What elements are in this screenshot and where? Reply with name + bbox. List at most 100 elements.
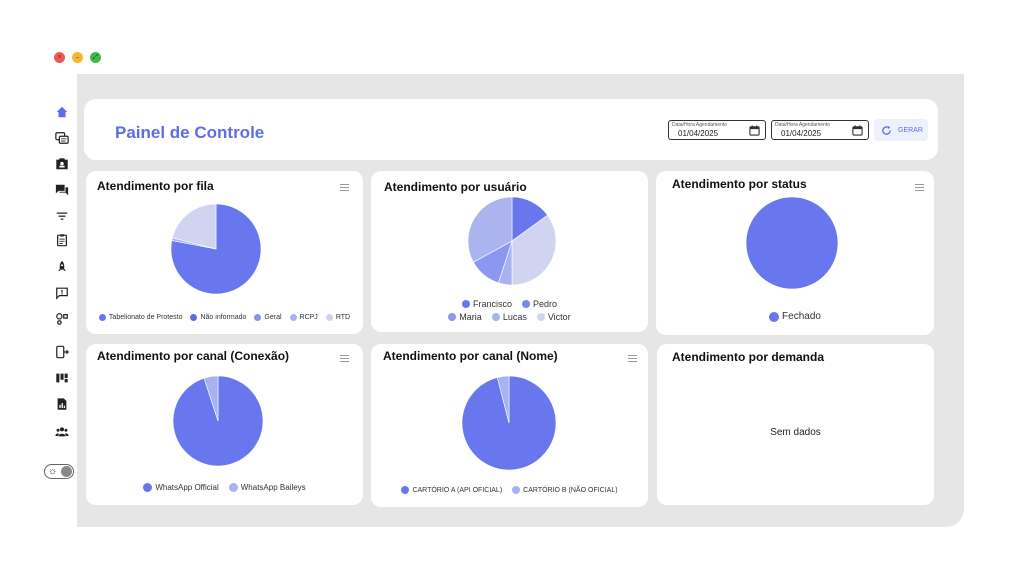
legend-swatch bbox=[491, 313, 500, 321]
clipboard-icon bbox=[57, 234, 67, 247]
pie-chart-status bbox=[745, 196, 839, 290]
pie-slice[interactable] bbox=[745, 196, 839, 290]
legend-label: Geral bbox=[264, 314, 282, 321]
menu-icon[interactable] bbox=[628, 355, 637, 362]
page-title: Painel de Controle bbox=[115, 123, 265, 142]
legend-label: Tabelionato de Protesto bbox=[108, 314, 183, 321]
legend-swatch bbox=[98, 314, 106, 321]
legend-label: Lucas bbox=[502, 312, 527, 322]
pie-chart-canal-nome bbox=[461, 375, 557, 471]
sidebar-item-connections[interactable] bbox=[52, 309, 72, 329]
date-start-label: Data/Hora Agendamento bbox=[672, 122, 728, 128]
card-fila-title: Atendimento por fila bbox=[97, 179, 214, 193]
generate-button[interactable]: GERAR bbox=[874, 119, 928, 141]
legend-usuario: Francisco Pedro Maria Lucas Victor bbox=[371, 299, 648, 322]
legend-swatch bbox=[401, 486, 410, 494]
legend-swatch bbox=[769, 311, 780, 322]
legend-swatch bbox=[190, 314, 198, 321]
legend-status: Fechado bbox=[656, 311, 934, 322]
legend-item[interactable]: Geral bbox=[254, 314, 282, 321]
users-icon bbox=[55, 427, 69, 437]
sidebar-item-home[interactable] bbox=[52, 102, 72, 122]
legend-label: WhatsApp Official bbox=[155, 483, 219, 492]
card-canal-nome: Atendimento por canal (Nome) CARTÓRIO A … bbox=[371, 344, 648, 507]
date-end-field[interactable]: Data/Hora Agendamento 01/04/2025 bbox=[771, 120, 869, 140]
empty-state: Sem dados bbox=[770, 427, 821, 438]
sidebar-item-messages[interactable] bbox=[52, 283, 72, 303]
legend-item[interactable]: RTD bbox=[325, 314, 351, 321]
legend-item[interactable]: Não informado bbox=[190, 314, 246, 321]
legend-item[interactable]: Pedro bbox=[521, 299, 557, 309]
legend-item[interactable]: CARTÓRIO A (API OFICIAL) bbox=[401, 486, 502, 494]
legend-label: Fechado bbox=[782, 311, 821, 322]
legend-swatch bbox=[228, 483, 238, 492]
date-end-value: 01/04/2025 bbox=[781, 129, 822, 138]
card-usuario-title: Atendimento por usuário bbox=[384, 180, 527, 194]
date-start-field[interactable]: Data/Hora Agendamento 01/04/2025 bbox=[668, 120, 766, 140]
legend-swatch bbox=[448, 313, 457, 321]
minimize-window-button[interactable]: – bbox=[72, 52, 83, 63]
card-canal-conexao-title: Atendimento por canal (Conexão) bbox=[97, 349, 290, 363]
sidebar-item-tickets[interactable] bbox=[52, 128, 72, 148]
toggle-knob bbox=[61, 466, 72, 477]
legend-label: Victor bbox=[547, 312, 571, 322]
legend-swatch bbox=[289, 314, 297, 321]
sidebar-item-contacts[interactable] bbox=[52, 154, 72, 174]
filter-icon bbox=[56, 212, 68, 220]
connections-icon bbox=[56, 313, 68, 325]
legend-canal-conexao: WhatsApp Official WhatsApp Baileys bbox=[86, 483, 363, 492]
legend-label: Maria bbox=[459, 312, 482, 322]
sidebar-item-campaigns[interactable] bbox=[52, 257, 72, 277]
legend-swatch bbox=[536, 313, 545, 321]
legend-item[interactable]: Lucas bbox=[491, 312, 527, 322]
calendar-icon[interactable] bbox=[852, 125, 863, 136]
legend-label: WhatsApp Baileys bbox=[240, 483, 306, 492]
sidebar-item-chat[interactable] bbox=[52, 180, 72, 200]
theme-toggle[interactable]: ☼ bbox=[44, 464, 74, 479]
legend-swatch bbox=[521, 300, 530, 308]
sidebar-item-users[interactable] bbox=[52, 422, 72, 442]
sidebar-item-logout[interactable] bbox=[52, 342, 72, 362]
menu-icon[interactable] bbox=[340, 355, 349, 362]
sun-icon: ☼ bbox=[48, 466, 58, 477]
legend-label: RTD bbox=[335, 314, 351, 321]
legend-item[interactable]: Francisco bbox=[461, 299, 512, 309]
card-demanda-title: Atendimento por demanda bbox=[672, 350, 825, 364]
legend-canal-nome: CARTÓRIO A (API OFICIAL) CARTÓRIO B (NÃO … bbox=[371, 486, 648, 494]
legend-label: CARTÓRIO B (NÃO OFICIAL) bbox=[523, 486, 618, 494]
home-icon bbox=[56, 106, 68, 118]
maximize-window-button[interactable]: ⤢ bbox=[90, 52, 101, 63]
close-window-button[interactable]: × bbox=[54, 52, 65, 63]
legend-swatch bbox=[254, 314, 262, 321]
legend-item[interactable]: Tabelionato de Protesto bbox=[98, 314, 183, 321]
legend-item[interactable]: Maria bbox=[448, 312, 482, 322]
legend-item[interactable]: WhatsApp Official bbox=[143, 483, 219, 492]
rocket-icon bbox=[58, 260, 66, 272]
card-fila: Atendimento por fila Tabelionato de Prot… bbox=[86, 171, 363, 334]
menu-icon[interactable] bbox=[915, 184, 924, 191]
legend-item[interactable]: Victor bbox=[536, 312, 571, 322]
card-canal-nome-title: Atendimento por canal (Nome) bbox=[383, 349, 558, 363]
sidebar-item-kanban[interactable] bbox=[52, 368, 72, 388]
legend-swatch bbox=[143, 483, 153, 492]
generate-label: GERAR bbox=[898, 126, 923, 134]
header-card: Painel de Controle Data/Hora Agendamento… bbox=[84, 99, 938, 160]
legend-fila: Tabelionato de Protesto Não informado Gera… bbox=[86, 314, 363, 321]
sidebar-item-filter[interactable] bbox=[52, 206, 72, 226]
kanban-icon bbox=[56, 373, 68, 383]
sidebar-item-reports[interactable] bbox=[52, 394, 72, 414]
legend-item[interactable]: WhatsApp Baileys bbox=[228, 483, 306, 492]
legend-label: RCPJ bbox=[299, 314, 318, 321]
calendar-icon[interactable] bbox=[749, 125, 760, 136]
logout-device-icon bbox=[56, 345, 69, 359]
legend-label: CARTÓRIO A (API OFICIAL) bbox=[412, 486, 503, 494]
legend-item[interactable]: RCPJ bbox=[289, 314, 318, 321]
date-start-value: 01/04/2025 bbox=[678, 129, 719, 138]
legend-label: Não informado bbox=[200, 314, 247, 321]
legend-item[interactable]: CARTÓRIO B (NÃO OFICIAL) bbox=[512, 486, 618, 494]
menu-icon[interactable] bbox=[340, 184, 349, 191]
date-end-label: Data/Hora Agendamento bbox=[775, 122, 831, 128]
legend-item[interactable]: Fechado bbox=[769, 311, 821, 322]
card-usuario: Atendimento por usuário Francisco Pedro Ma… bbox=[371, 171, 648, 332]
sidebar-item-clipboard[interactable] bbox=[52, 230, 72, 250]
